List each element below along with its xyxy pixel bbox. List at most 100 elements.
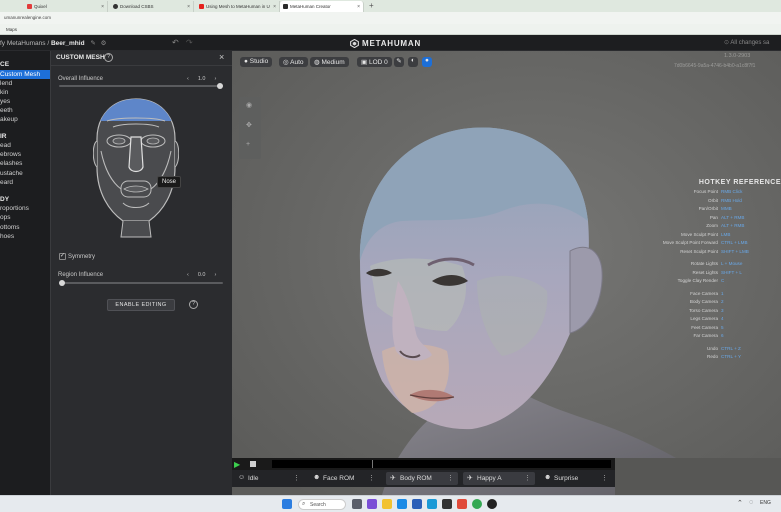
nav-item-mustache[interactable]: ustache: [0, 170, 23, 177]
decrement-icon[interactable]: ‹: [187, 272, 189, 278]
hotkey-action: Move Sculpt Point Forward: [662, 240, 718, 245]
brush-tool-button[interactable]: ✎: [394, 57, 404, 67]
nav-item-custom-mesh[interactable]: Custom Mesh: [0, 70, 50, 79]
store-icon[interactable]: [427, 499, 437, 509]
scalp-region[interactable]: [93, 97, 179, 121]
nav-item-eyebrows[interactable]: ebrows: [0, 151, 21, 158]
anim-body-rom[interactable]: ✈ Body ROM ⋮: [386, 472, 458, 485]
region-influence-handle[interactable]: [59, 280, 65, 286]
nav-item-head[interactable]: ead: [0, 142, 11, 149]
address-bar[interactable]: umanunrealengine.com: [0, 12, 781, 24]
sphere-tool-button[interactable]: ◐: [408, 57, 418, 67]
task-view-icon[interactable]: [352, 499, 362, 509]
overall-influence-stepper[interactable]: ‹ 1.0 ›: [187, 76, 216, 82]
studio-lighting-button[interactable]: ● Studio: [240, 57, 273, 67]
browser-tab-metahuman[interactable]: MetaHuman Creator ×: [280, 1, 364, 12]
region-influence-slider[interactable]: [59, 282, 223, 284]
face-icon: ☻: [313, 474, 321, 481]
taskbar-search[interactable]: ⌕ Search: [298, 499, 346, 510]
app-icon[interactable]: [442, 499, 452, 509]
nose-region[interactable]: [128, 136, 144, 173]
left-ear-region[interactable]: [93, 140, 98, 168]
add-point-icon[interactable]: +: [246, 141, 250, 148]
nav-item-bottoms[interactable]: ottoms: [0, 224, 20, 231]
browser-tab-youtube[interactable]: Using Mesh to MetaHuman in U ×: [196, 1, 280, 12]
edit-name-icon[interactable]: ✎: [90, 40, 95, 47]
overall-influence-handle[interactable]: [217, 83, 223, 89]
chat-icon[interactable]: [367, 499, 377, 509]
breadcrumb-root[interactable]: fy MetaHumans /: [0, 40, 49, 47]
close-icon[interactable]: ×: [101, 4, 104, 10]
anim-face-rom[interactable]: ☻ Face ROM ⋮: [309, 472, 379, 485]
help-icon[interactable]: ?: [189, 300, 198, 309]
move-tool-icon[interactable]: ✥: [246, 121, 252, 129]
lod-button[interactable]: ▣ LOD 0: [357, 57, 392, 67]
viewport-corner: [615, 458, 781, 495]
nav-item-shoes[interactable]: hoes: [0, 233, 14, 240]
more-options-icon[interactable]: ⋮: [293, 474, 300, 482]
lod-label: LOD 0: [368, 59, 388, 66]
bookmark-maps[interactable]: Maps: [6, 27, 17, 32]
nav-item-eyelashes[interactable]: elashes: [0, 160, 22, 167]
more-options-icon[interactable]: ⋮: [447, 474, 454, 482]
close-icon[interactable]: ×: [187, 4, 190, 10]
edge-icon[interactable]: [397, 499, 407, 509]
anim-surprise[interactable]: ☻ Surprise ⋮: [540, 472, 612, 485]
more-options-icon[interactable]: ⋮: [524, 474, 531, 482]
anim-happy-a[interactable]: ✈ Happy A ⋮: [463, 472, 535, 485]
language-indicator[interactable]: ENG: [760, 500, 771, 506]
browser-tab-download[interactable]: Download CSBS ×: [110, 1, 194, 12]
metahuman-logo: METAHUMAN: [350, 38, 421, 48]
nav-item-eyes[interactable]: yes: [0, 98, 10, 105]
close-panel-button[interactable]: ×: [219, 52, 224, 62]
face-region-map[interactable]: [93, 97, 179, 242]
quality-medium-button[interactable]: ◍ Medium: [310, 57, 349, 67]
region-influence-label: Region Influence: [58, 272, 104, 278]
play-button[interactable]: ▶: [234, 460, 240, 469]
camera-auto-button[interactable]: ◎ Auto: [279, 57, 308, 67]
more-options-icon[interactable]: ⋮: [601, 474, 608, 482]
hotkey-action: Pan: [709, 214, 718, 220]
close-icon[interactable]: ×: [357, 4, 360, 10]
nav-item-makeup[interactable]: akeup: [0, 116, 18, 123]
3d-viewport[interactable]: ● Studio ◎ Auto ◍ Medium ▣ LOD 0 ✎ ◐ ● 1…: [232, 51, 781, 495]
neck-region[interactable]: [120, 220, 152, 238]
settings-icon[interactable]: ⚙: [101, 40, 107, 47]
nav-item-skin[interactable]: kin: [0, 89, 8, 96]
new-tab-button[interactable]: +: [369, 1, 374, 10]
symmetry-checkbox[interactable]: ✓: [59, 253, 66, 260]
chrome-icon[interactable]: [472, 499, 482, 509]
overall-influence-slider[interactable]: [59, 85, 223, 87]
browser-tab-quixel[interactable]: Quixel ×: [24, 1, 108, 12]
nav-item-tops[interactable]: ops: [0, 214, 10, 221]
network-icon[interactable]: ◌: [749, 499, 753, 506]
decrement-icon[interactable]: ‹: [187, 76, 189, 82]
nav-item-blend[interactable]: lend: [0, 80, 12, 87]
undo-icon[interactable]: ↶: [172, 38, 179, 47]
anim-idle[interactable]: ☺ Idle ⋮: [234, 472, 304, 485]
nav-item-beard[interactable]: eard: [0, 179, 13, 186]
more-options-icon[interactable]: ⋮: [368, 474, 375, 482]
tray-chevron-icon[interactable]: ⌃: [737, 499, 743, 507]
file-explorer-icon[interactable]: [382, 499, 392, 509]
help-icon[interactable]: ?: [104, 53, 113, 62]
windows-start-icon[interactable]: [282, 499, 292, 509]
increment-icon[interactable]: ›: [215, 272, 217, 278]
nav-item-teeth[interactable]: eeth: [0, 107, 13, 114]
timeline-track[interactable]: [272, 460, 611, 468]
app-icon[interactable]: [457, 499, 467, 509]
enable-editing-button[interactable]: ENABLE EDITING: [107, 299, 175, 311]
increment-icon[interactable]: ›: [215, 76, 217, 82]
redo-icon[interactable]: ↷: [186, 38, 193, 47]
nav-item-proportions[interactable]: roportions: [0, 205, 29, 212]
close-icon[interactable]: ×: [273, 4, 276, 10]
sculpt-tool-icon[interactable]: ◉: [246, 101, 252, 109]
right-ear-region[interactable]: [174, 140, 179, 168]
app-top-bar: fy MetaHumans / Beer_mhid ✎ ⚙ ↶ ↷ METAHU…: [0, 35, 781, 51]
stop-button[interactable]: [250, 461, 256, 467]
region-influence-stepper[interactable]: ‹ 0.0 ›: [187, 272, 216, 278]
view-mode-button[interactable]: ●: [422, 57, 432, 67]
unreal-icon[interactable]: [487, 499, 497, 509]
word-icon[interactable]: [412, 499, 422, 509]
timeline-cursor[interactable]: [372, 460, 373, 468]
